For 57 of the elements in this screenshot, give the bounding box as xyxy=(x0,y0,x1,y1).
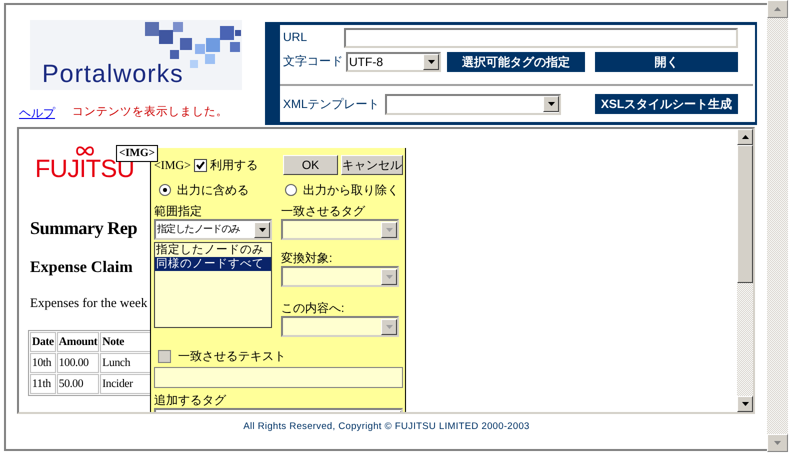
caret-icon xyxy=(254,222,270,238)
table-cell: 100.00 xyxy=(56,353,100,373)
down-arrow-icon xyxy=(774,441,781,445)
field-label: 追加するタグ xyxy=(154,393,226,407)
scroll-thumb[interactable] xyxy=(737,145,753,283)
table-cell: 10th xyxy=(30,353,56,373)
caret-icon xyxy=(423,54,439,70)
ok-button[interactable]: OK xyxy=(283,155,338,175)
panel-button[interactable]: 開く xyxy=(595,52,738,72)
help-link[interactable]: ヘルプ xyxy=(19,104,55,122)
cancel-button[interactable]: キャンセル xyxy=(341,155,403,175)
caret-icon xyxy=(381,268,397,284)
range-options-list[interactable]: 指定したノードのみ 同様のノードすべて xyxy=(154,242,272,328)
section-heading: Expense Claim xyxy=(30,258,133,278)
field-label: この内容へ: xyxy=(281,301,344,315)
encoding-dropdown[interactable]: UTF-8 xyxy=(346,52,441,72)
list-option[interactable]: 同様のノードすべて xyxy=(155,257,271,271)
radio-label: 出力から取り除く xyxy=(302,183,399,197)
down-arrow-icon xyxy=(742,402,748,406)
caret-icon xyxy=(543,96,559,112)
range-dropdown[interactable]: 指定したノードのみ xyxy=(154,219,272,240)
checkbox-label: 利用する xyxy=(210,158,258,172)
text-field[interactable] xyxy=(154,367,403,388)
checkbox-label: 一致させるテキスト xyxy=(178,349,286,363)
body-text: Expenses for the week xyxy=(30,295,148,311)
generate-stylesheet-button[interactable]: XSLスタイルシート生成 xyxy=(595,94,738,114)
caret-icon xyxy=(381,318,397,334)
field-label: 一致させるタグ xyxy=(281,204,365,218)
field-label: 範囲指定 xyxy=(154,204,202,218)
field-label: 変換対象: xyxy=(281,251,332,265)
scroll-up-button[interactable] xyxy=(737,129,753,145)
radio-button[interactable] xyxy=(284,184,297,196)
infinity-icon xyxy=(75,146,95,156)
xml-template-dropdown[interactable] xyxy=(385,94,561,114)
encoding-label: 文字コード xyxy=(283,53,344,70)
column-header: Amount xyxy=(56,332,100,352)
logo-text: Portalworks xyxy=(42,59,184,90)
url-field[interactable] xyxy=(344,28,738,48)
xml-template-label: XMLテンプレート xyxy=(283,96,381,113)
url-label: URL xyxy=(283,29,308,46)
up-arrow-icon xyxy=(742,135,748,139)
up-arrow-icon xyxy=(774,7,781,11)
radio-label: 出力に含める xyxy=(177,183,249,197)
panel-button[interactable]: 選択可能タグの指定 xyxy=(447,52,585,72)
radio-button[interactable] xyxy=(159,184,171,196)
table-cell: 50.00 xyxy=(56,374,100,394)
checkbox[interactable] xyxy=(194,158,207,172)
caret-icon xyxy=(381,222,397,238)
status-message: コンテンツを表示しました。 xyxy=(72,104,228,120)
table-cell: 11th xyxy=(30,374,56,394)
column-header: Date xyxy=(30,332,56,352)
list-option[interactable]: 指定したノードのみ xyxy=(155,243,271,257)
copyright-text: All Rights Reserved, Copyright © FUJITSU LIMITED 2000-2003 xyxy=(243,420,530,433)
tag-marker: <IMG> xyxy=(116,145,158,162)
report-title: Summary Rep xyxy=(30,217,138,240)
scrollbar[interactable] xyxy=(737,129,753,412)
scroll-down-button[interactable] xyxy=(737,396,753,412)
